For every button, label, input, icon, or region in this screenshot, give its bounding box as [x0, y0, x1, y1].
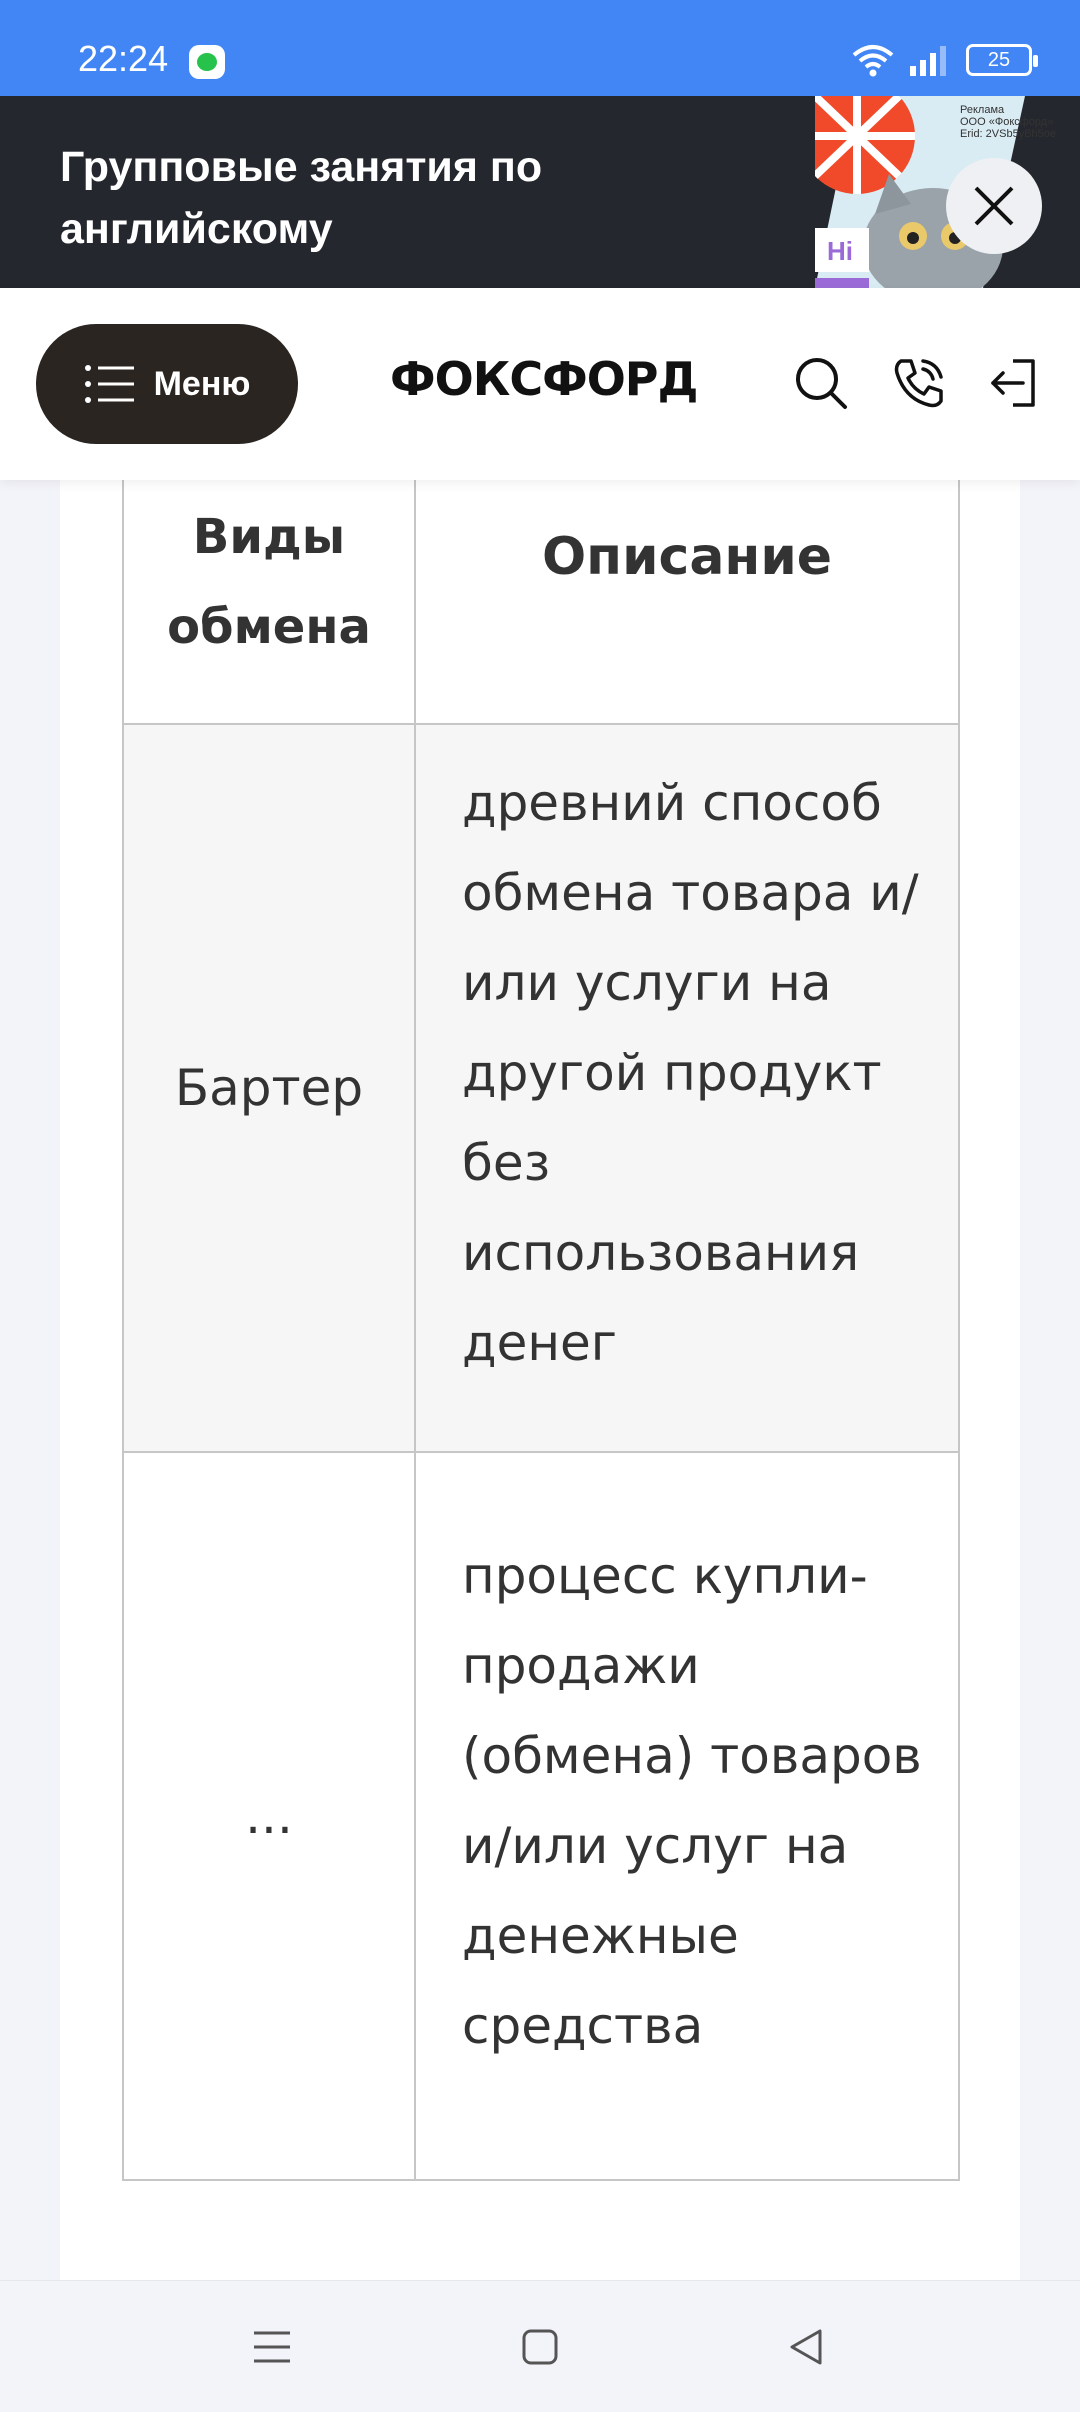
system-nav-bar: [0, 2280, 1080, 2412]
ad-meta: Реклама ООО «Фоксфорд» Erid: 2VSb5yBh5oe: [960, 104, 1056, 140]
search-icon[interactable]: [786, 348, 856, 418]
menu-list-icon: [84, 365, 134, 403]
site-header: Меню ФОКСФОРД: [0, 288, 1080, 480]
exchange-types-table: Виды обмена Описание Бартер древний спос…: [122, 480, 960, 2181]
wifi-icon: [852, 45, 894, 77]
table-cell-description: древний способ обмена товара и/или услуг…: [414, 723, 960, 1453]
battery-icon: 25: [966, 44, 1038, 76]
status-time: 22:24: [78, 38, 169, 79]
table-row: ... процесс купли-продажи (обмена) товар…: [122, 1451, 960, 2181]
menu-label: Меню: [153, 364, 251, 403]
menu-button[interactable]: Меню: [36, 324, 298, 444]
back-icon[interactable]: [774, 2315, 838, 2379]
ad-title[interactable]: Групповые занятия по английскому: [60, 136, 780, 260]
table-row: Бартер древний способ обмена товара и/ил…: [122, 723, 960, 1453]
signal-icon: [910, 46, 946, 76]
table-cell-type: Бартер: [122, 723, 416, 1453]
ad-banner[interactable]: Групповые занятия по английскому Hi Рекл…: [0, 96, 1080, 288]
table-cell-description: процесс купли-продажи (обмена) товаров и…: [414, 1451, 960, 2181]
status-bar: 22:24 25: [0, 0, 1080, 96]
table-header-row: Виды обмена Описание: [122, 480, 960, 725]
status-indicators: 25: [852, 40, 1038, 80]
article-content: Виды обмена Описание Бартер древний спос…: [60, 480, 1020, 2280]
table-cell-type: ...: [122, 1451, 416, 2181]
menu-icon[interactable]: [240, 2315, 304, 2379]
phone-icon[interactable]: [884, 348, 954, 418]
login-icon[interactable]: [978, 348, 1048, 418]
table-header-description: Описание: [414, 480, 960, 725]
ad-label: Реклама: [960, 104, 1005, 116]
ad-erid: Erid: 2VSb5yBh5oe: [960, 128, 1057, 140]
ad-hi-badge: Hi: [827, 236, 853, 266]
home-icon[interactable]: [508, 2315, 572, 2379]
ad-close-button[interactable]: [946, 158, 1042, 254]
site-logo[interactable]: ФОКСФОРД: [390, 352, 698, 406]
battery-level: 25: [987, 48, 1011, 71]
close-icon: [974, 186, 1014, 226]
ad-company: ООО «Фоксфорд»: [960, 116, 1054, 128]
message-app-icon: [189, 45, 225, 79]
table-header-types: Виды обмена: [122, 480, 416, 725]
